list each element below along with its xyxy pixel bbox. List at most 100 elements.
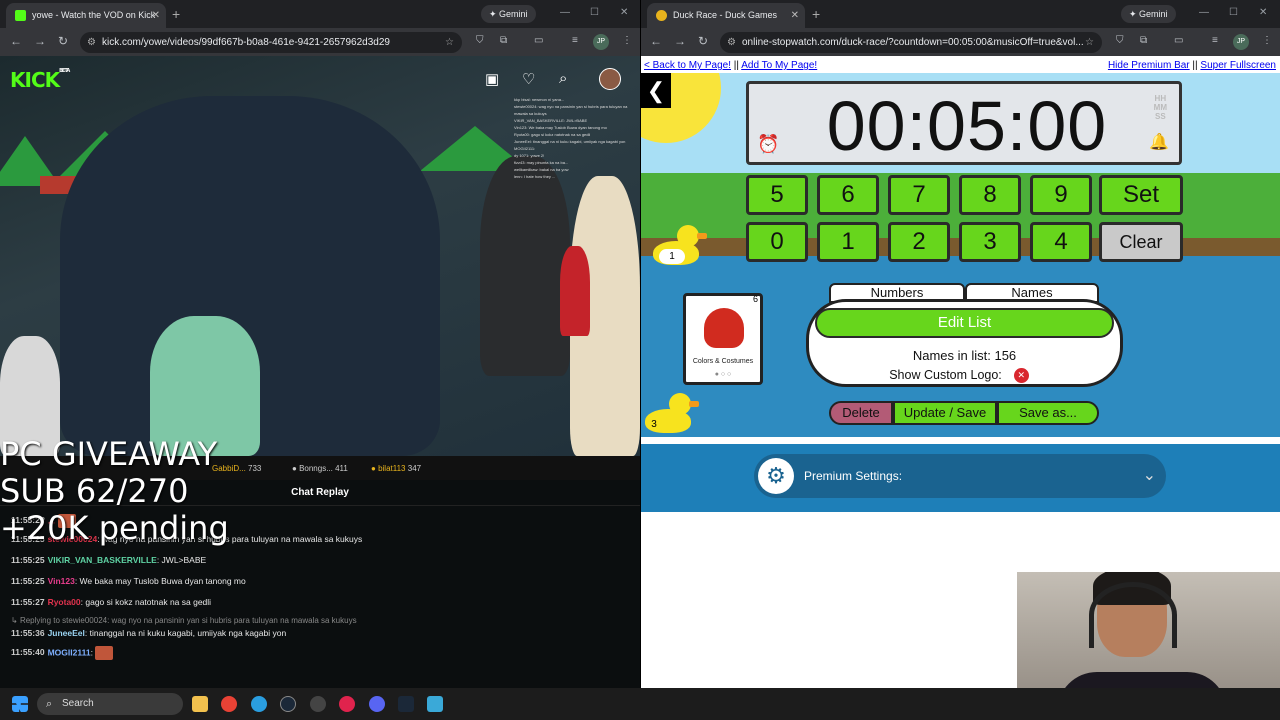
forward-icon[interactable]: → bbox=[34, 34, 46, 48]
tab-duck-race[interactable]: Duck Race - Duck Games ✕ bbox=[647, 3, 805, 28]
duck-head bbox=[677, 225, 699, 247]
media-player-icon[interactable] bbox=[339, 696, 355, 712]
back-arrow-icon[interactable]: ❮ bbox=[641, 73, 671, 108]
minimize-icon[interactable]: — bbox=[1199, 7, 1209, 18]
bell-icon[interactable]: 🔔 bbox=[1149, 132, 1169, 152]
tab-bar: Duck Race - Duck Games ✕ + ✦ Gemini — ☐ … bbox=[641, 0, 1280, 28]
file-explorer-icon[interactable] bbox=[192, 696, 208, 712]
clear-button[interactable]: Clear bbox=[1099, 222, 1183, 262]
close-x-icon[interactable]: ✕ bbox=[1013, 368, 1029, 384]
set-button[interactable]: Set bbox=[1099, 175, 1183, 215]
save-as-button[interactable]: Save as... bbox=[997, 401, 1099, 425]
key-6[interactable]: 6 bbox=[817, 175, 879, 215]
message-user[interactable]: VIKIR_VAN_BASKERVILLE bbox=[48, 555, 157, 565]
gifter-entry: ● bilat113 347 bbox=[371, 464, 422, 473]
heart-icon[interactable]: ♡ bbox=[522, 70, 535, 88]
message-time: 11:55:25 bbox=[11, 576, 45, 586]
key-5[interactable]: 5 bbox=[746, 175, 808, 215]
key-1[interactable]: 1 bbox=[817, 222, 879, 262]
search-icon[interactable]: ⌕ bbox=[559, 70, 567, 87]
edit-list-button[interactable]: Edit List bbox=[815, 308, 1114, 338]
left-links: < Back to My Page! || Add To My Page! bbox=[644, 60, 817, 71]
profile-avatar[interactable]: JP bbox=[593, 34, 609, 50]
reload-icon[interactable]: ↻ bbox=[58, 34, 68, 48]
message-text: : We baka may Tuslob Buwa dyan tanong mo bbox=[74, 576, 246, 586]
emote-icon bbox=[95, 646, 114, 660]
extensions-icon[interactable]: ⧉ bbox=[500, 35, 507, 46]
message-user[interactable]: MOGII2111 bbox=[48, 647, 91, 657]
steam-icon[interactable] bbox=[280, 696, 296, 712]
bookmark-star-icon[interactable]: ☆ bbox=[1085, 32, 1094, 53]
chat-message: 11:55:25 Vin123: We baka may Tuslob Buwa … bbox=[11, 576, 246, 586]
site-info-icon[interactable]: ⚙ bbox=[727, 32, 736, 53]
extensions-icon[interactable]: ⧉ bbox=[1140, 35, 1147, 46]
carousel-dots[interactable]: ● ○ ○ bbox=[686, 371, 760, 378]
tab-kick[interactable]: yowe - Watch the VOD on Kick ✕ bbox=[6, 3, 166, 28]
maximize-icon[interactable]: ☐ bbox=[1229, 7, 1238, 18]
reload-icon[interactable]: ↻ bbox=[698, 34, 708, 48]
back-icon[interactable]: ← bbox=[650, 34, 662, 48]
back-icon[interactable]: ← bbox=[10, 34, 22, 48]
cast-icon[interactable]: ▭ bbox=[534, 35, 543, 46]
message-user[interactable]: Ryota00 bbox=[48, 597, 81, 607]
site-info-icon[interactable]: ⚙ bbox=[87, 32, 96, 53]
colors-costumes-card[interactable]: 6 Colors & Costumes ● ○ ○ bbox=[683, 293, 763, 385]
key-2[interactable]: 2 bbox=[888, 222, 950, 262]
key-8[interactable]: 8 bbox=[959, 175, 1021, 215]
super-fullscreen-link[interactable]: Super Fullscreen bbox=[1200, 60, 1276, 71]
gemini-button[interactable]: ✦ Gemini bbox=[481, 5, 536, 23]
close-window-icon[interactable]: ✕ bbox=[620, 7, 628, 18]
key-9[interactable]: 9 bbox=[1030, 175, 1092, 215]
discord-icon[interactable] bbox=[369, 696, 385, 712]
edge-icon[interactable] bbox=[251, 696, 267, 712]
update-save-button[interactable]: Update / Save bbox=[893, 401, 997, 425]
notepad-icon[interactable] bbox=[427, 696, 443, 712]
video-player[interactable]: KICKBETA ▣ ♡ ⌕ kkp bisal: newmon ni yana… bbox=[0, 56, 640, 456]
key-0[interactable]: 0 bbox=[746, 222, 808, 262]
shield-extension-icon[interactable]: ⛉ bbox=[1116, 35, 1124, 46]
profile-avatar[interactable]: JP bbox=[1233, 34, 1249, 50]
key-3[interactable]: 3 bbox=[959, 222, 1021, 262]
headset-icon bbox=[1089, 582, 1177, 648]
steam-app-icon[interactable] bbox=[398, 696, 414, 712]
maximize-icon[interactable]: ☐ bbox=[590, 7, 599, 18]
taskbar-search[interactable]: ⌕ Search bbox=[37, 693, 183, 715]
add-to-my-page-link[interactable]: Add To My Page! bbox=[741, 60, 817, 71]
chrome-icon[interactable] bbox=[221, 696, 237, 712]
hide-premium-bar-link[interactable]: Hide Premium Bar bbox=[1108, 60, 1190, 71]
forward-icon[interactable]: → bbox=[674, 34, 686, 48]
minimize-icon[interactable]: — bbox=[560, 7, 570, 18]
menu-icon[interactable]: ⋮ bbox=[1262, 35, 1272, 46]
duck-number: 1 bbox=[659, 249, 685, 264]
alarm-clock-icon[interactable]: ⏰ bbox=[757, 134, 779, 155]
address-bar[interactable]: ⚙ kick.com/yowe/videos/99df667b-b0a8-461… bbox=[80, 32, 462, 53]
bookmark-star-icon[interactable]: ☆ bbox=[445, 32, 454, 53]
address-bar[interactable]: ⚙ online-stopwatch.com/duck-race/?countd… bbox=[720, 32, 1102, 53]
key-4[interactable]: 4 bbox=[1030, 222, 1092, 262]
new-tab-icon[interactable]: + bbox=[812, 6, 820, 22]
windows-start-icon[interactable] bbox=[12, 696, 28, 712]
shield-extension-icon[interactable]: ⛉ bbox=[476, 35, 484, 46]
cast-icon[interactable]: ▭ bbox=[1174, 35, 1183, 46]
message-user[interactable]: JuneeEel bbox=[48, 628, 85, 638]
close-window-icon[interactable]: ✕ bbox=[1259, 7, 1267, 18]
back-to-my-page-link[interactable]: < Back to My Page! bbox=[644, 60, 731, 71]
premium-settings-toggle[interactable]: ⚙ Premium Settings: ⌄ bbox=[754, 454, 1166, 498]
new-tab-icon[interactable]: + bbox=[172, 6, 180, 22]
key-7[interactable]: 7 bbox=[888, 175, 950, 215]
gemini-button[interactable]: ✦ Gemini bbox=[1121, 5, 1176, 23]
close-tab-icon[interactable]: ✕ bbox=[791, 3, 799, 28]
kick-logo[interactable]: KICKBETA bbox=[10, 68, 70, 92]
close-tab-icon[interactable]: ✕ bbox=[152, 3, 160, 28]
giveaway-line: PC GIVEAWAY bbox=[0, 435, 218, 473]
media-icon[interactable]: ≡ bbox=[1212, 35, 1218, 46]
time-units-label: HH MM SS bbox=[1154, 94, 1167, 121]
menu-icon[interactable]: ⋮ bbox=[622, 35, 632, 46]
user-avatar[interactable] bbox=[599, 68, 621, 90]
delete-button[interactable]: Delete bbox=[829, 401, 893, 425]
media-icon[interactable]: ≡ bbox=[572, 35, 578, 46]
clips-icon[interactable]: ▣ bbox=[485, 70, 499, 88]
names-count: Names in list: 156 bbox=[912, 348, 1017, 363]
obs-icon[interactable] bbox=[310, 696, 326, 712]
message-user[interactable]: Vin123 bbox=[48, 576, 75, 586]
